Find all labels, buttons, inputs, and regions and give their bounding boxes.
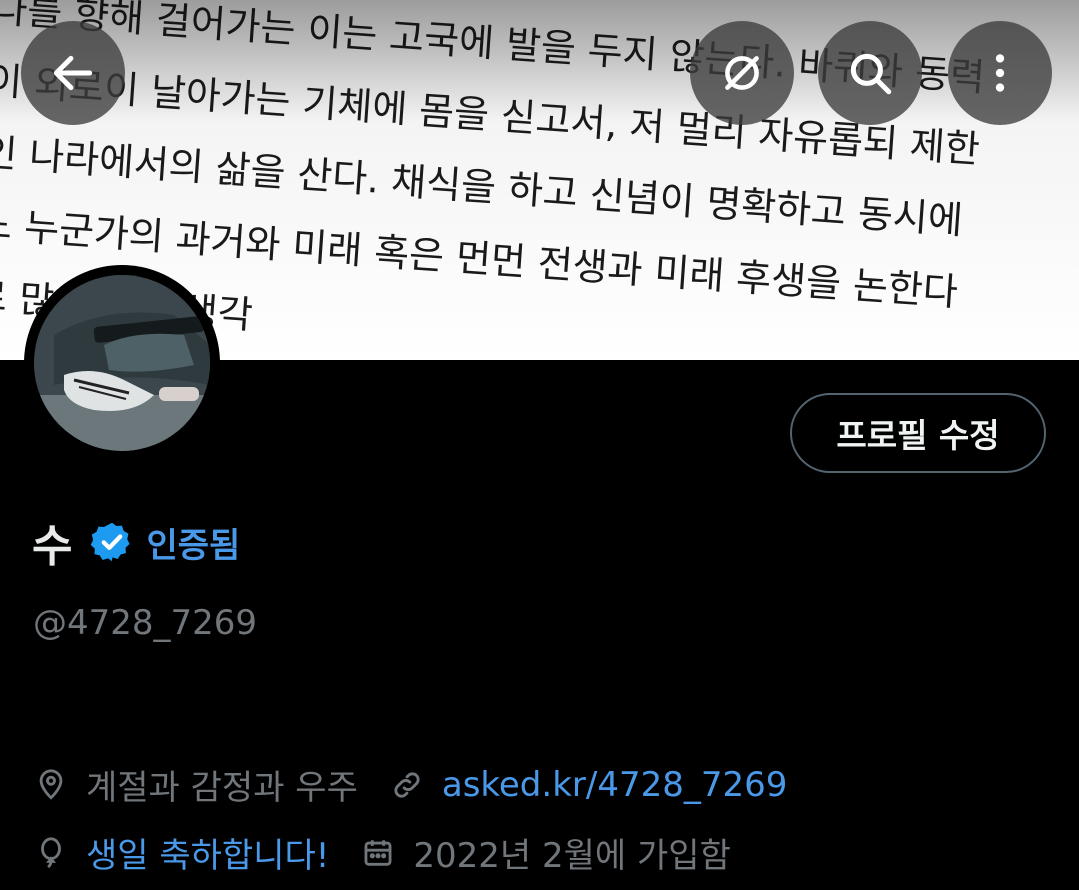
more-vertical-icon xyxy=(995,54,1005,92)
verified-label[interactable]: 인증됨 xyxy=(146,518,240,567)
more-options-button[interactable] xyxy=(948,21,1052,125)
profile-meta-row: 생일 축하합니다! 2022년 2월에 가입함 xyxy=(34,828,731,877)
search-icon xyxy=(850,53,892,95)
balloon-icon xyxy=(41,836,61,868)
avatar[interactable] xyxy=(24,265,220,461)
arrow-left-icon xyxy=(53,55,93,91)
joined-date: 2022년 2월에 가입함 xyxy=(413,836,731,876)
translate-icon xyxy=(725,56,759,90)
profile-meta-row: 계절과 감정과 우주 asked.kr/4728_7269 xyxy=(34,760,787,809)
birthday-text[interactable]: 생일 축하합니다! xyxy=(86,828,329,877)
location-pin-icon xyxy=(39,768,63,800)
avatar-illustration xyxy=(34,275,210,451)
name-row: 수 인증됨 xyxy=(32,512,240,572)
translate-button[interactable] xyxy=(690,21,794,125)
avatar-image xyxy=(34,275,210,451)
verified-badge-icon[interactable] xyxy=(90,520,134,564)
display-name: 수 xyxy=(32,521,73,572)
calendar-icon xyxy=(364,839,392,866)
edit-profile-button[interactable]: 프로필 수정 xyxy=(790,393,1046,473)
back-button[interactable] xyxy=(21,21,125,125)
profile-link[interactable]: asked.kr/4728_7269 xyxy=(442,765,788,805)
search-button[interactable] xyxy=(818,21,922,125)
link-icon xyxy=(394,771,420,798)
location-text: 계절과 감정과 우주 xyxy=(86,768,358,808)
handle: @4728_7269 xyxy=(33,603,258,643)
